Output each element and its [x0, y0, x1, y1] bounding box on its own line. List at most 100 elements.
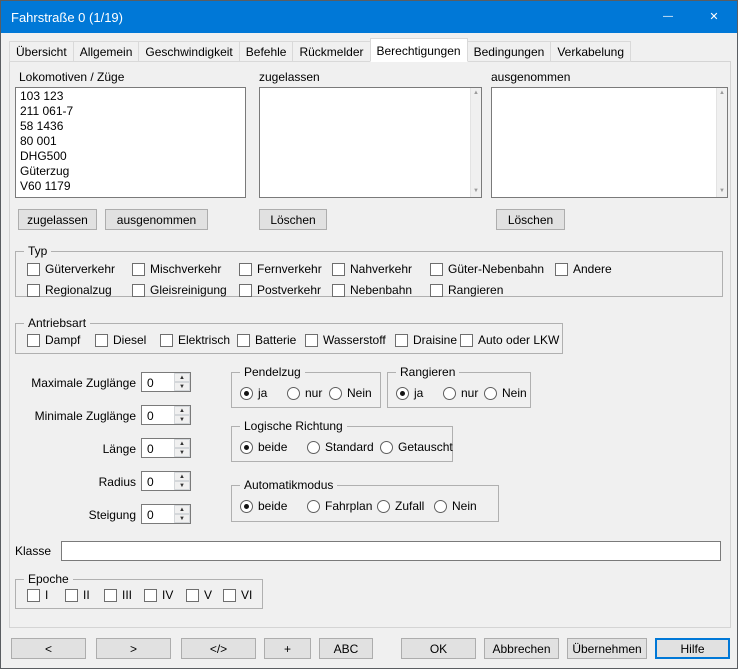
- maximale-zuglaenge-spinner[interactable]: 0 ▲▼: [141, 372, 191, 392]
- zugelassen-button[interactable]: zugelassen: [18, 209, 97, 230]
- checkbox-label: V: [204, 588, 212, 602]
- next-button[interactable]: >: [96, 638, 171, 659]
- radius-spinner[interactable]: 0 ▲▼: [141, 471, 191, 491]
- checkbox-epoche-v[interactable]: V: [186, 588, 212, 602]
- abc-button[interactable]: ABC: [319, 638, 373, 659]
- checkbox-andere[interactable]: Andere: [555, 262, 612, 276]
- list-item[interactable]: 103 123: [16, 89, 245, 104]
- checkbox-epoche-vi[interactable]: VI: [223, 588, 252, 602]
- close-button[interactable]: ✕: [691, 1, 737, 33]
- checkbox-regionalzug[interactable]: Regionalzug: [27, 283, 112, 297]
- tab-rueckmelder[interactable]: Rückmelder: [292, 41, 370, 62]
- radio-automatikmodus-zufall[interactable]: Zufall: [377, 499, 424, 513]
- radio-logische-richtung-getauscht[interactable]: Getauscht: [380, 440, 453, 454]
- laenge-spinner[interactable]: 0 ▲▼: [141, 438, 191, 458]
- list-item[interactable]: 211 061-7: [16, 104, 245, 119]
- checkbox-gueterverkehr[interactable]: Güterverkehr: [27, 262, 115, 276]
- minimale-zuglaenge-spinner[interactable]: 0 ▲▼: [141, 405, 191, 425]
- list-item[interactable]: 58 1436: [16, 119, 245, 134]
- checkbox-diesel[interactable]: Diesel: [95, 333, 146, 347]
- checkbox-postverkehr[interactable]: Postverkehr: [239, 283, 321, 297]
- checkbox-dampf[interactable]: Dampf: [27, 333, 80, 347]
- radio-label: Nein: [347, 386, 372, 400]
- checkbox-epoche-ii[interactable]: II: [65, 588, 90, 602]
- klasse-input[interactable]: [61, 541, 721, 561]
- list-item[interactable]: Güterzug: [16, 164, 245, 179]
- list-item[interactable]: 80 001: [16, 134, 245, 149]
- chevron-down-icon: ▼: [179, 483, 185, 489]
- titlebar[interactable]: Fahrstraße 0 (1/19) — ✕: [1, 1, 737, 33]
- scroll-down-icon[interactable]: ▼: [473, 186, 479, 197]
- vertical-scrollbar[interactable]: ▲ ▼: [716, 88, 727, 197]
- scroll-down-icon[interactable]: ▼: [719, 186, 725, 197]
- checkbox-elektrisch[interactable]: Elektrisch: [160, 333, 230, 347]
- checkbox-nebenbahn[interactable]: Nebenbahn: [332, 283, 412, 297]
- checkbox-auto-oder-lkw[interactable]: Auto oder LKW: [460, 333, 559, 347]
- tab-allgemein[interactable]: Allgemein: [73, 41, 140, 62]
- slash-button[interactable]: </>: [181, 638, 256, 659]
- prev-button[interactable]: <: [11, 638, 86, 659]
- radio-automatikmodus-nein[interactable]: Nein: [434, 499, 477, 513]
- checkbox-box: [27, 284, 40, 297]
- tab-befehle[interactable]: Befehle: [239, 41, 294, 62]
- list-item[interactable]: DHG500: [16, 149, 245, 164]
- abbrechen-button[interactable]: Abbrechen: [484, 638, 559, 659]
- spin-down-button[interactable]: ▼: [174, 514, 190, 523]
- radio-rangieren-ja[interactable]: ja: [396, 386, 423, 400]
- tab-bedingungen[interactable]: Bedingungen: [467, 41, 552, 62]
- steigung-spinner[interactable]: 0 ▲▼: [141, 504, 191, 524]
- spin-up-button[interactable]: ▲: [174, 406, 190, 415]
- spin-up-button[interactable]: ▲: [174, 373, 190, 382]
- spin-down-button[interactable]: ▼: [174, 382, 190, 391]
- checkbox-rangieren[interactable]: Rangieren: [430, 283, 503, 297]
- checkbox-epoche-i[interactable]: I: [27, 588, 48, 602]
- checkbox-box: [239, 263, 252, 276]
- checkbox-batterie[interactable]: Batterie: [237, 333, 296, 347]
- uebernehmen-button[interactable]: Übernehmen: [567, 638, 647, 659]
- checkbox-nahverkehr[interactable]: Nahverkehr: [332, 262, 412, 276]
- tab-uebersicht[interactable]: Übersicht: [9, 41, 74, 62]
- radio-pendelzug-nein[interactable]: Nein: [329, 386, 372, 400]
- spin-down-button[interactable]: ▼: [174, 415, 190, 424]
- list-item[interactable]: V60 1179: [16, 179, 245, 194]
- checkbox-wasserstoff[interactable]: Wasserstoff: [305, 333, 386, 347]
- radio-logische-richtung-standard[interactable]: Standard: [307, 440, 374, 454]
- loeschen-zugelassen-button[interactable]: Löschen: [259, 209, 327, 230]
- checkbox-gleisreinigung[interactable]: Gleisreinigung: [132, 283, 227, 297]
- checkbox-gueter-nebenbahn[interactable]: Güter-Nebenbahn: [430, 262, 544, 276]
- radio-pendelzug-ja[interactable]: ja: [240, 386, 267, 400]
- checkbox-epoche-iii[interactable]: III: [104, 588, 132, 602]
- ausgenommen-listbox[interactable]: ▲ ▼: [491, 87, 728, 198]
- scroll-up-icon[interactable]: ▲: [473, 88, 479, 99]
- scroll-up-icon[interactable]: ▲: [719, 88, 725, 99]
- tab-verkabelung[interactable]: Verkabelung: [550, 41, 631, 62]
- radio-pendelzug-nur[interactable]: nur: [287, 386, 322, 400]
- loeschen-ausgenommen-button[interactable]: Löschen: [496, 209, 565, 230]
- ausgenommen-button[interactable]: ausgenommen: [105, 209, 208, 230]
- vertical-scrollbar[interactable]: ▲ ▼: [470, 88, 481, 197]
- radio-automatikmodus-beide[interactable]: beide: [240, 499, 287, 513]
- lokomotiven-listbox[interactable]: 103 123 211 061-7 58 1436 80 001 DHG500 …: [15, 87, 246, 198]
- chevron-down-icon: ▼: [179, 516, 185, 522]
- spin-up-button[interactable]: ▲: [174, 505, 190, 514]
- tab-berechtigungen[interactable]: Berechtigungen: [370, 38, 468, 62]
- checkbox-fernverkehr[interactable]: Fernverkehr: [239, 262, 322, 276]
- zugelassen-listbox[interactable]: ▲ ▼: [259, 87, 482, 198]
- spin-up-button[interactable]: ▲: [174, 439, 190, 448]
- checkbox-mischverkehr[interactable]: Mischverkehr: [132, 262, 221, 276]
- radio-rangieren-nur[interactable]: nur: [443, 386, 478, 400]
- ok-button[interactable]: OK: [401, 638, 476, 659]
- radio-automatikmodus-fahrplan[interactable]: Fahrplan: [307, 499, 372, 513]
- checkbox-draisine[interactable]: Draisine: [395, 333, 457, 347]
- radio-logische-richtung-beide[interactable]: beide: [240, 440, 287, 454]
- tab-geschwindigkeit[interactable]: Geschwindigkeit: [138, 41, 239, 62]
- spin-down-button[interactable]: ▼: [174, 448, 190, 457]
- spin-down-button[interactable]: ▼: [174, 481, 190, 490]
- radio-rangieren-nein[interactable]: Nein: [484, 386, 527, 400]
- checkbox-box: [223, 589, 236, 602]
- checkbox-epoche-iv[interactable]: IV: [144, 588, 173, 602]
- hilfe-button[interactable]: Hilfe: [655, 638, 730, 659]
- plus-button[interactable]: +: [264, 638, 311, 659]
- minimize-button[interactable]: —: [645, 1, 691, 33]
- spin-up-button[interactable]: ▲: [174, 472, 190, 481]
